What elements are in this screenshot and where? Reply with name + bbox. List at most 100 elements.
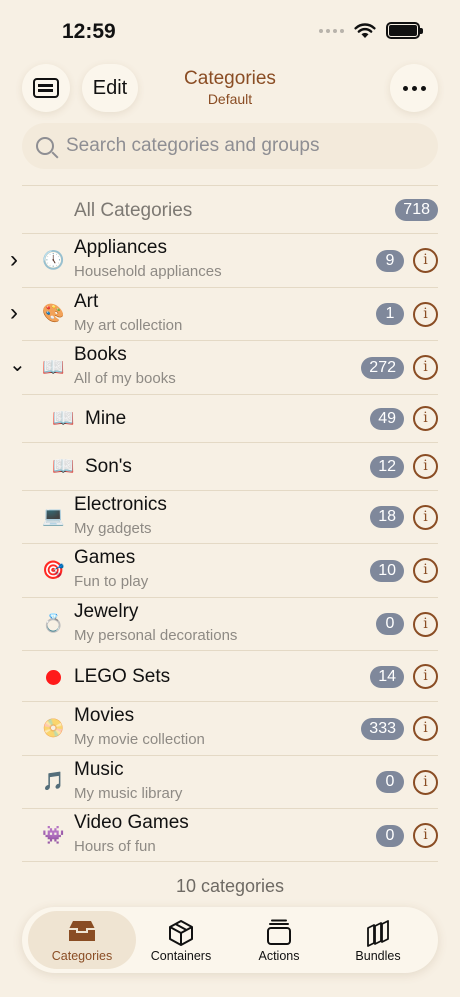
category-list: All Categories 718 › 🕔 Appliances Household…: [0, 185, 460, 862]
battery-icon: [386, 22, 423, 39]
category-name: Mine: [85, 407, 127, 429]
info-icon[interactable]: i: [413, 504, 438, 530]
category-description: My movie collection: [74, 731, 205, 748]
category-name: Video Games: [74, 812, 189, 833]
category-description: Fun to play: [74, 573, 149, 590]
tab-label: Categories: [51, 949, 113, 963]
count-badge: 0: [376, 824, 404, 847]
info-icon[interactable]: i: [413, 823, 438, 849]
signal-dots-icon: [319, 28, 344, 33]
count-badge: 49: [370, 407, 404, 430]
card-icon: [33, 78, 59, 98]
tab-bundles[interactable]: Bundles: [324, 911, 432, 969]
card-view-button[interactable]: [22, 64, 70, 112]
page-subtitle: Default: [207, 91, 253, 107]
count-badge: 0: [376, 613, 404, 636]
info-icon[interactable]: i: [413, 611, 438, 637]
count-badge: 14: [370, 665, 404, 688]
search-input[interactable]: [66, 135, 426, 157]
list-item[interactable]: 📀 Movies My movie collection 333 i: [22, 701, 438, 755]
music-note-icon: 🎵: [42, 771, 65, 792]
list-item[interactable]: 💍 Jewelry My personal decorations 0 i: [22, 596, 438, 651]
category-name: Art: [74, 290, 99, 312]
tab-label: Actions: [258, 949, 300, 963]
tab-actions[interactable]: Actions: [225, 911, 333, 969]
search-bar[interactable]: [22, 123, 438, 169]
disc-icon: 📀: [42, 717, 65, 738]
info-icon[interactable]: i: [413, 664, 438, 689]
red-dot-icon: [42, 669, 64, 690]
ellipsis-icon: [402, 85, 426, 91]
info-icon[interactable]: i: [413, 769, 438, 795]
palette-icon: 🎨: [42, 303, 65, 324]
tray-icon: [69, 921, 95, 941]
category-name: Electronics: [74, 493, 167, 515]
info-icon[interactable]: i: [413, 355, 438, 381]
count-badge: 718: [395, 199, 438, 221]
info-icon[interactable]: i: [413, 301, 438, 327]
category-name: LEGO Sets: [74, 665, 171, 687]
category-name: Appliances: [74, 237, 167, 258]
list-item[interactable]: 💻 Electronics My gadgets 18 i: [22, 489, 438, 544]
all-categories-label: All Categories: [74, 200, 193, 221]
category-name: Books: [74, 344, 127, 365]
list-item[interactable]: 📖 Mine 49 i: [22, 393, 438, 442]
count-badge: 12: [370, 455, 404, 478]
wifi-icon: [354, 22, 376, 38]
list-item[interactable]: › 🎨 Art My art collection 1 i: [10, 286, 438, 341]
status-bar: 12:59: [0, 0, 460, 56]
count-badge: 333: [361, 717, 404, 740]
info-icon[interactable]: i: [413, 406, 438, 431]
list-item[interactable]: › 🕔 Appliances Household appliances 9 i: [10, 233, 438, 287]
info-icon[interactable]: i: [413, 558, 438, 584]
category-description: All of my books: [74, 370, 176, 387]
space-invader-icon: 👾: [42, 824, 65, 845]
list-item[interactable]: 📖 Son's 12 i: [22, 441, 438, 490]
box-icon: [169, 920, 193, 946]
category-description: My art collection: [74, 316, 183, 334]
list-item[interactable]: 🎯 Games Fun to play 10 i: [22, 543, 438, 597]
tab-containers[interactable]: Containers: [127, 911, 235, 969]
category-name: Movies: [74, 705, 135, 726]
page-title-block: Categories Default: [130, 68, 330, 107]
tab-categories[interactable]: Categories: [28, 911, 136, 969]
list-item[interactable]: LEGO Sets 14 i: [22, 650, 438, 701]
chevron-right-icon[interactable]: ›: [10, 246, 18, 274]
stack-icon: [267, 919, 291, 945]
page-title: Categories: [184, 68, 276, 89]
status-icons: [319, 22, 423, 39]
chevron-down-icon[interactable]: ⌄: [9, 352, 26, 377]
bundles-icon: [367, 920, 389, 947]
info-icon[interactable]: i: [413, 248, 438, 274]
category-name: Jewelry: [74, 600, 139, 622]
count-badge: 18: [370, 506, 404, 529]
category-count: 10 categories: [175, 876, 285, 896]
tab-label: Bundles: [355, 949, 401, 963]
info-icon[interactable]: i: [413, 454, 438, 479]
book-icon: 📖: [42, 356, 65, 377]
count-badge: 9: [376, 249, 404, 272]
target-icon: 🎯: [42, 559, 65, 580]
info-icon[interactable]: i: [413, 716, 438, 742]
count-badge: 272: [361, 356, 404, 379]
category-description: Household appliances: [74, 263, 222, 280]
count-badge: 1: [376, 303, 404, 326]
category-description: My music library: [74, 784, 183, 802]
list-item[interactable]: 👾 Video Games Hours of fun 0 i: [22, 808, 438, 862]
count-badge: 10: [370, 559, 404, 582]
list-item[interactable]: 🎵 Music My music library 0 i: [22, 754, 438, 809]
more-button[interactable]: [390, 64, 438, 112]
category-name: Music: [74, 758, 124, 780]
chevron-right-icon[interactable]: ›: [10, 299, 18, 327]
ring-icon: 💍: [42, 613, 65, 634]
book-icon: 📖: [52, 455, 75, 476]
search-icon: [36, 137, 54, 155]
tab-label: Containers: [150, 949, 212, 963]
tab-bar: Categories Containers Actions Bundles: [22, 907, 438, 973]
laptop-icon: 💻: [42, 506, 65, 527]
book-icon: 📖: [52, 407, 75, 428]
category-description: My personal decorations: [74, 626, 238, 644]
category-description: Hours of fun: [74, 838, 156, 855]
list-item[interactable]: ⌄ 📖 Books All of my books 272 i: [9, 340, 438, 394]
list-item-all-categories[interactable]: All Categories 718: [22, 185, 438, 233]
